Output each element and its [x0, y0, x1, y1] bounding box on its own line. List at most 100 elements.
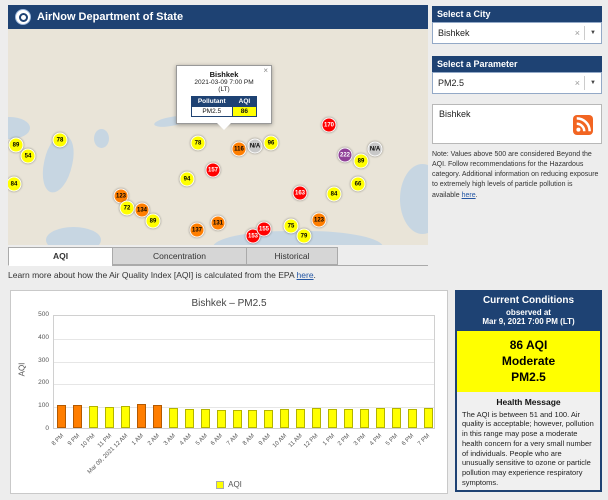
x-tick-label: 11 AM: [288, 433, 304, 449]
y-tick-label: 300: [13, 357, 49, 364]
note-suffix: .: [476, 192, 478, 199]
aqi-map-marker[interactable]: 75: [284, 219, 299, 234]
aqi-map-marker[interactable]: 54: [21, 149, 36, 164]
aqi-bar[interactable]: [344, 409, 353, 428]
aqi-bar[interactable]: [408, 409, 417, 428]
aqi-bar[interactable]: [312, 408, 321, 428]
aqi-map-marker[interactable]: 163: [293, 186, 308, 201]
aqi-category: Moderate: [457, 353, 600, 369]
aqi-map-marker[interactable]: 96: [264, 136, 279, 151]
current-conditions-panel: Current Conditions observed at Mar 9, 20…: [455, 290, 602, 492]
x-tick-label: 12 PM: [303, 433, 320, 450]
aqi-map-marker[interactable]: 170: [322, 118, 337, 133]
aqi-map-marker[interactable]: 89: [354, 154, 369, 169]
aqi-map[interactable]: 8954847878116N/A9617022289N/A15794163123…: [8, 29, 428, 245]
aqi-map-marker[interactable]: N/A: [368, 142, 383, 157]
aqi-bar[interactable]: [280, 409, 289, 428]
health-message-text: The AQI is between 51 and 100. Air quali…: [457, 410, 600, 488]
aqi-bar[interactable]: [153, 405, 162, 428]
popup-col-pollutant: Pollutant: [191, 97, 232, 107]
x-tick-label: 10 PM: [81, 433, 98, 450]
aqi-bar[interactable]: [57, 405, 66, 428]
tab-concentration[interactable]: Concentration: [112, 247, 246, 265]
note-link[interactable]: here: [462, 192, 476, 199]
aqi-map-marker[interactable]: 78: [191, 136, 206, 151]
clear-icon[interactable]: ×: [571, 78, 584, 88]
popup-timezone: (LT): [180, 86, 268, 93]
rss-icon[interactable]: [573, 115, 593, 135]
aqi-bar[interactable]: [376, 408, 385, 428]
water-area-northwest: [8, 117, 30, 139]
sidebar-note: Note: Values above 500 are considered Be…: [432, 150, 602, 201]
x-tick-label: 6 PM: [401, 433, 415, 447]
aqi-map-marker[interactable]: 155: [257, 222, 272, 237]
learn-more-suffix: .: [314, 270, 316, 280]
x-tick-label: 2 AM: [147, 433, 161, 447]
x-tick-label: 3 AM: [163, 433, 177, 447]
clear-icon[interactable]: ×: [571, 28, 584, 38]
y-tick-label: 400: [13, 334, 49, 341]
aqi-map-marker[interactable]: 123: [312, 213, 327, 228]
aqi-bar[interactable]: [121, 406, 130, 428]
aqi-bar[interactable]: [185, 409, 194, 428]
aqi-map-marker[interactable]: 157: [206, 163, 221, 178]
aqi-map-marker[interactable]: 72: [120, 201, 135, 216]
popup-city: Bishkek: [180, 70, 268, 79]
y-tick-label: 100: [13, 402, 49, 409]
aqi-bar[interactable]: [296, 409, 305, 428]
popup-arrow: [217, 123, 231, 130]
aqi-map-marker[interactable]: 84: [8, 177, 22, 192]
learn-more-link[interactable]: here: [297, 270, 314, 280]
aqi-map-marker[interactable]: 79: [297, 229, 312, 244]
aqi-map-marker[interactable]: N/A: [248, 139, 263, 154]
aqi-map-marker[interactable]: 116: [232, 142, 247, 157]
app-header: AirNow Department of State: [8, 5, 428, 29]
popup-table: Pollutant AQI PM2.5 86: [191, 96, 257, 117]
city-select[interactable]: Bishkek × ▼: [432, 22, 602, 44]
aqi-bar[interactable]: [201, 409, 210, 428]
aqi-bar[interactable]: [169, 408, 178, 428]
aqi-map-marker[interactable]: 222: [338, 148, 353, 163]
tab-historical[interactable]: Historical: [246, 247, 338, 265]
chevron-down-icon[interactable]: ▼: [585, 30, 601, 36]
x-tick-label: 10 AM: [272, 433, 288, 449]
y-tick-label: 0: [13, 425, 49, 432]
aqi-bar[interactable]: [424, 408, 433, 428]
aqi-bar[interactable]: [264, 410, 273, 428]
parameter-select[interactable]: PM2.5 × ▼: [432, 72, 602, 94]
observed-at-label: observed at: [459, 308, 598, 317]
aqi-bar[interactable]: [328, 409, 337, 428]
aqi-bar[interactable]: [137, 404, 146, 428]
tab-aqi[interactable]: AQI: [8, 247, 112, 266]
rss-feed-city-label: Bishkek: [439, 109, 471, 119]
legend-aqi-swatch: [216, 481, 224, 489]
aqi-bar[interactable]: [248, 410, 257, 428]
aqi-map-marker[interactable]: 137: [190, 223, 205, 238]
x-tick-label: 6 AM: [210, 433, 224, 447]
learn-more-prefix: Learn more about how the Air Quality Ind…: [8, 270, 297, 280]
chevron-down-icon[interactable]: ▼: [585, 80, 601, 86]
map-popup: × Bishkek 2021-03-09 7:00 PM (LT) Pollut…: [176, 65, 272, 124]
aqi-bar[interactable]: [233, 410, 242, 428]
note-prefix: Note: Values above 500 are considered Be…: [432, 151, 598, 199]
aqi-map-marker[interactable]: 94: [180, 172, 195, 187]
aqi-map-marker[interactable]: 131: [211, 216, 226, 231]
aqi-map-marker[interactable]: 78: [53, 133, 68, 148]
popup-pollutant-value: PM2.5: [191, 107, 232, 117]
popup-close-icon[interactable]: ×: [263, 67, 268, 75]
chart-plot-area: [53, 315, 435, 429]
aqi-bar[interactable]: [73, 405, 82, 428]
aqi-map-marker[interactable]: 84: [327, 187, 342, 202]
aqi-bar[interactable]: [392, 408, 401, 428]
aqi-bar[interactable]: [217, 410, 226, 428]
app-title: AirNow Department of State: [37, 11, 183, 23]
water-area-gulf: [46, 227, 101, 245]
health-message-title: Health Message: [457, 397, 600, 407]
water-area-east-sea: [400, 164, 428, 234]
aqi-bar[interactable]: [360, 409, 369, 428]
aqi-map-marker[interactable]: 89: [146, 214, 161, 229]
aqi-bar[interactable]: [89, 406, 98, 428]
aqi-map-marker[interactable]: 66: [351, 177, 366, 192]
x-tick-label: 3 PM: [353, 433, 367, 447]
aqi-bar[interactable]: [105, 407, 114, 428]
